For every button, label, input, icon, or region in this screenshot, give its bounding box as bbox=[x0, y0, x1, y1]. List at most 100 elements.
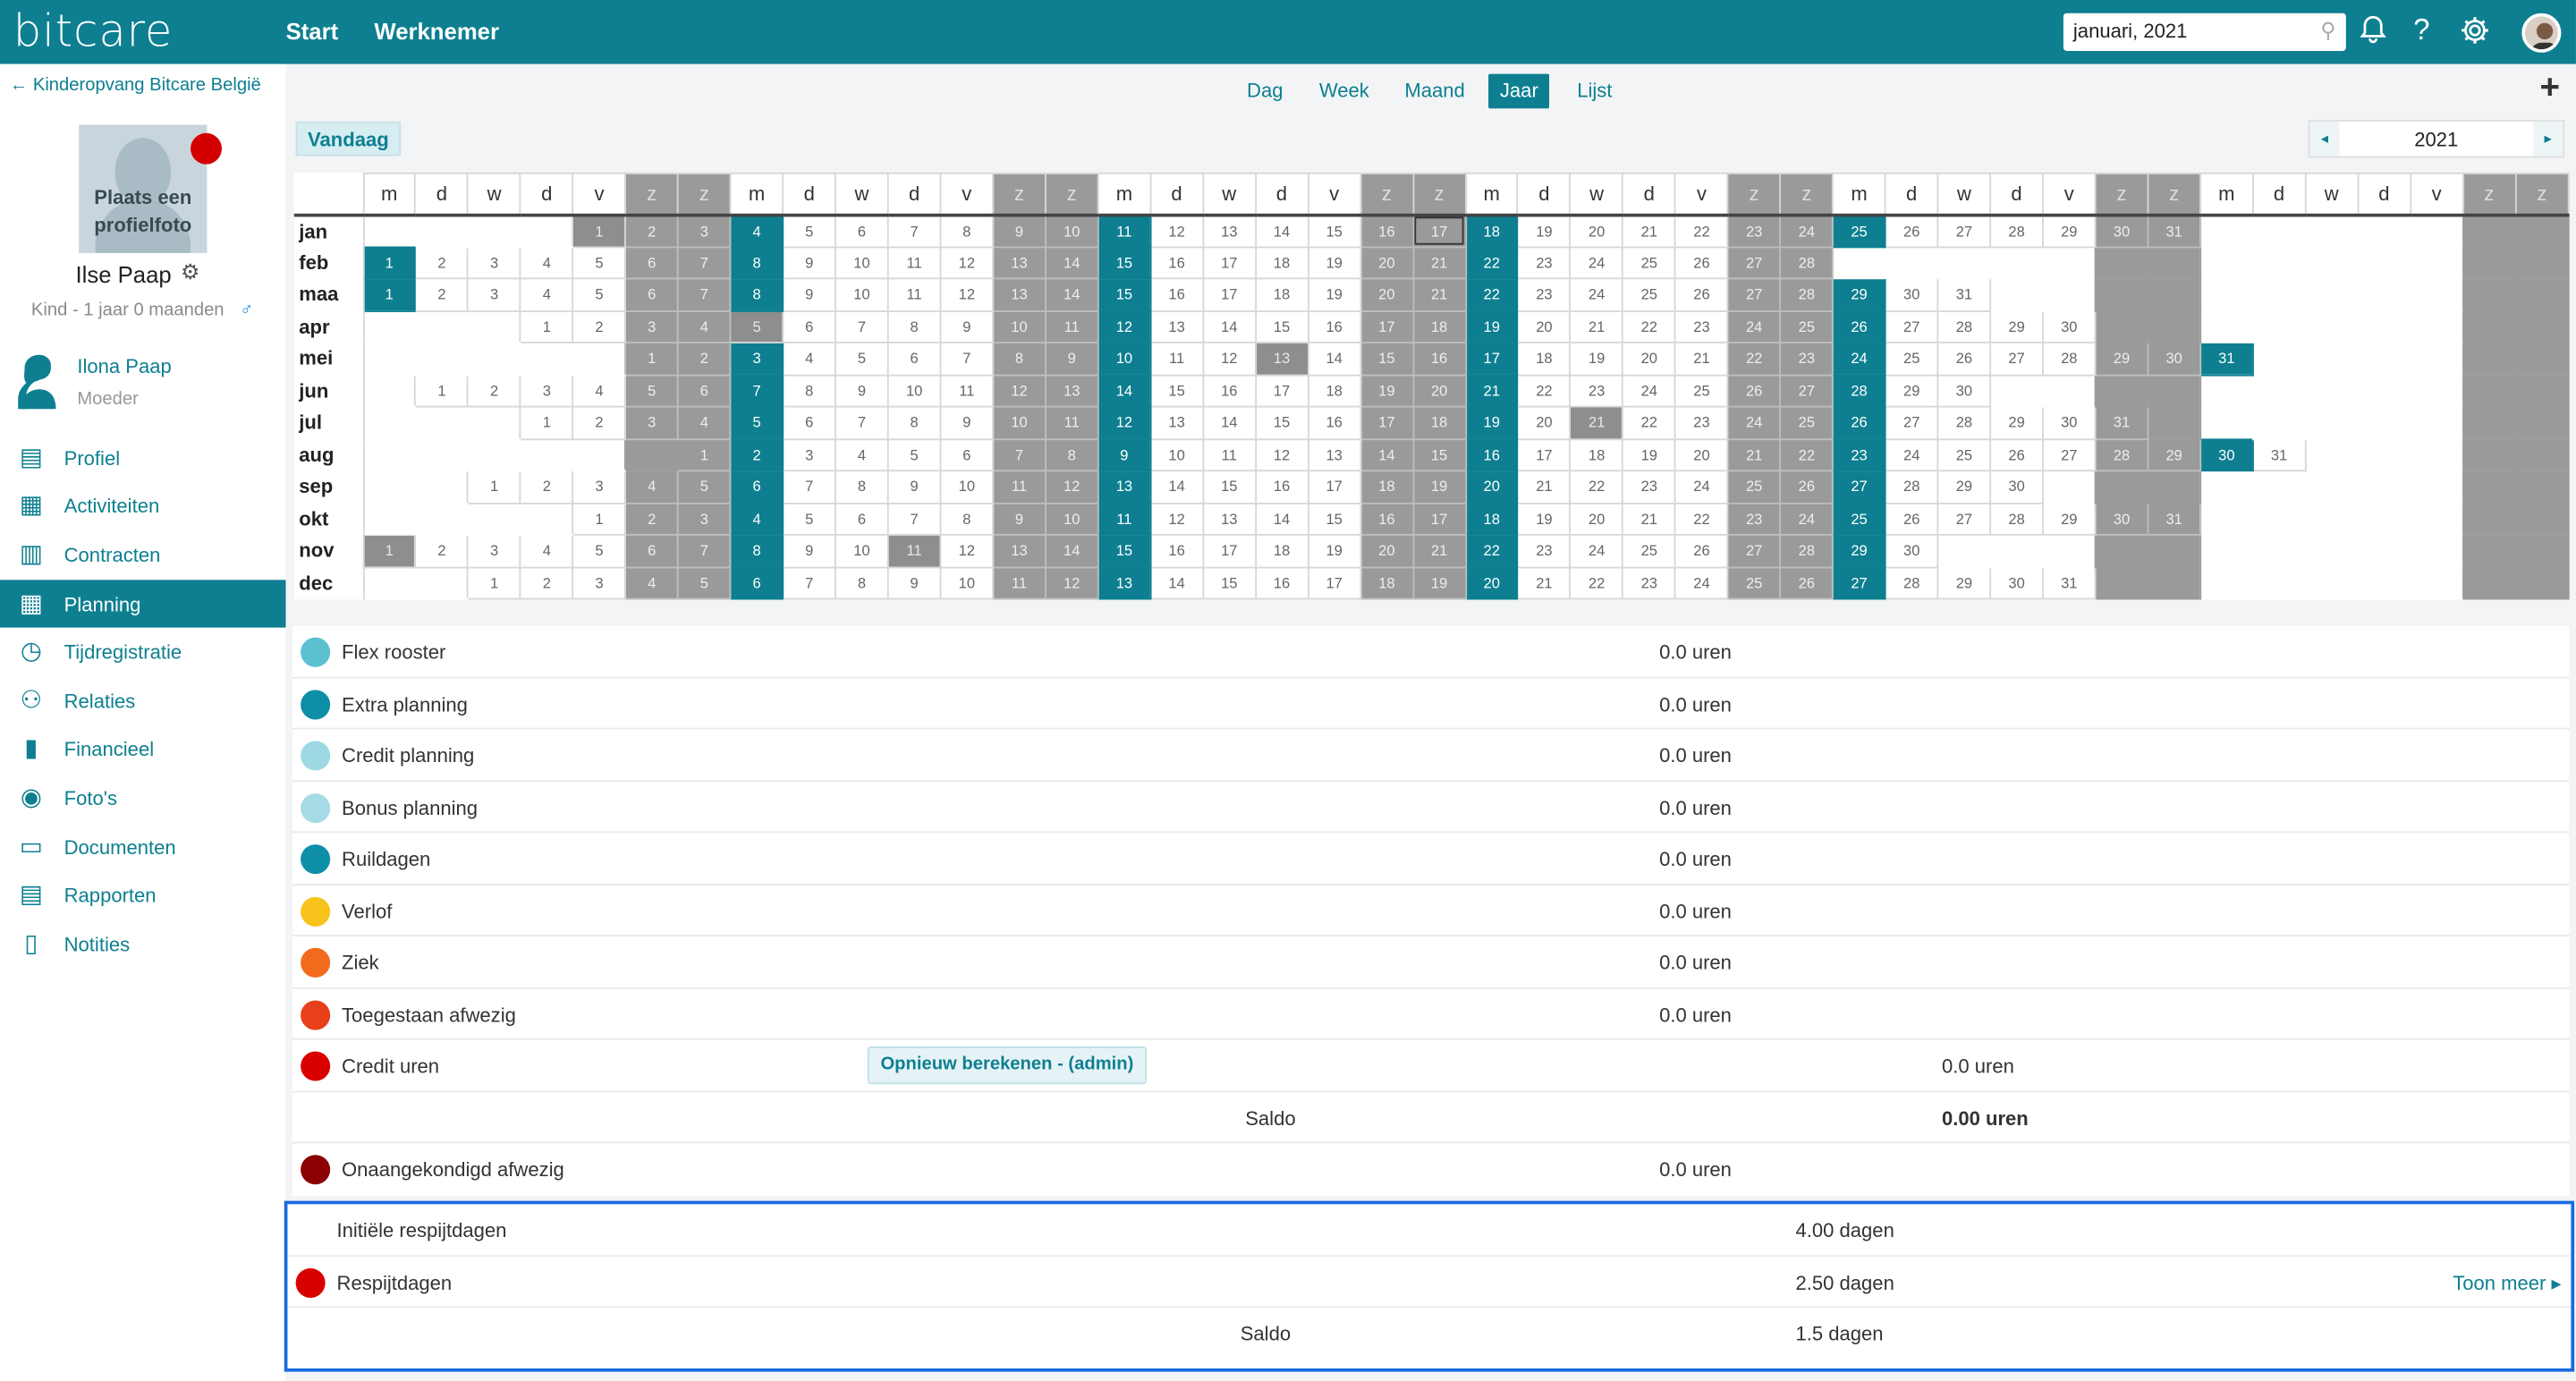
calendar-day[interactable]: 3 bbox=[729, 342, 784, 376]
calendar-day[interactable]: 8 bbox=[886, 309, 942, 343]
calendar-day[interactable]: 20 bbox=[1360, 245, 1414, 280]
calendar-day[interactable]: 31 bbox=[2199, 342, 2254, 376]
calendar-day[interactable]: 28 bbox=[1779, 533, 1835, 568]
calendar-day[interactable]: 11 bbox=[1149, 342, 1204, 376]
calendar-day[interactable]: 4 bbox=[677, 309, 732, 343]
calendar-day[interactable]: 13 bbox=[1097, 470, 1152, 504]
calendar-day[interactable]: 13 bbox=[1149, 405, 1204, 440]
calendar-day[interactable]: 8 bbox=[886, 405, 942, 440]
calendar-day[interactable]: 12 bbox=[1044, 470, 1099, 504]
calendar-day[interactable]: 7 bbox=[835, 405, 889, 440]
calendar-day[interactable]: 9 bbox=[992, 502, 1046, 536]
calendar-day[interactable]: 19 bbox=[1464, 405, 1519, 440]
calendar-day[interactable]: 9 bbox=[835, 373, 889, 408]
calendar-day[interactable]: 31 bbox=[1936, 277, 1992, 312]
calendar-day[interactable]: 26 bbox=[1726, 373, 1782, 408]
calendar-day[interactable]: 28 bbox=[2042, 342, 2097, 376]
calendar-day[interactable]: 15 bbox=[1202, 470, 1257, 504]
calendar-day[interactable]: 12 bbox=[1097, 309, 1152, 343]
sidebar-item-contracten[interactable]: ▥ Contracten bbox=[0, 531, 286, 580]
calendar-day[interactable]: 7 bbox=[729, 373, 784, 408]
calendar-day[interactable]: 3 bbox=[572, 565, 627, 600]
calendar-day[interactable]: 20 bbox=[1517, 309, 1572, 343]
add-icon[interactable]: + bbox=[2540, 69, 2561, 108]
calendar-day[interactable]: 23 bbox=[1622, 470, 1677, 504]
calendar-day[interactable]: 8 bbox=[939, 213, 995, 248]
calendar-day[interactable]: 20 bbox=[1674, 437, 1729, 472]
calendar-day[interactable]: 4 bbox=[624, 470, 679, 504]
calendar-day[interactable]: 2 bbox=[624, 502, 679, 536]
calendar-day[interactable]: 22 bbox=[1622, 405, 1677, 440]
calendar-day[interactable]: 19 bbox=[1307, 245, 1361, 280]
calendar-day[interactable]: 14 bbox=[1149, 565, 1204, 600]
calendar-day[interactable]: 24 bbox=[1726, 309, 1782, 343]
calendar-day[interactable]: 17 bbox=[1464, 342, 1519, 376]
calendar-day[interactable]: 4 bbox=[729, 502, 784, 536]
calendar-day[interactable]: 9 bbox=[939, 405, 995, 440]
calendar-day[interactable]: 15 bbox=[1360, 342, 1414, 376]
calendar-day[interactable]: 20 bbox=[1360, 277, 1414, 312]
calendar-day[interactable]: 30 bbox=[2094, 502, 2149, 536]
calendar-day[interactable]: 8 bbox=[835, 470, 889, 504]
calendar-day[interactable]: 3 bbox=[467, 245, 521, 280]
calendar-day[interactable]: 27 bbox=[1726, 533, 1782, 568]
calendar-day[interactable]: 2 bbox=[467, 373, 521, 408]
toon-meer-link[interactable]: Toon meer ▸ bbox=[2453, 1271, 2561, 1294]
calendar-day[interactable]: 24 bbox=[1726, 405, 1782, 440]
calendar-day[interactable]: 3 bbox=[572, 470, 627, 504]
calendar-day[interactable]: 19 bbox=[1464, 309, 1519, 343]
calendar-day[interactable]: 22 bbox=[1726, 342, 1782, 376]
calendar-day[interactable]: 13 bbox=[992, 533, 1046, 568]
calendar-day[interactable]: 21 bbox=[1411, 277, 1467, 312]
calendar-day[interactable]: 6 bbox=[835, 502, 889, 536]
calendar-day[interactable]: 5 bbox=[835, 342, 889, 376]
calendar-day[interactable]: 4 bbox=[782, 342, 837, 376]
calendar-day[interactable]: 4 bbox=[835, 437, 889, 472]
calendar-day[interactable]: 29 bbox=[1832, 533, 1886, 568]
calendar-day[interactable]: 14 bbox=[1202, 309, 1257, 343]
calendar-day[interactable]: 21 bbox=[1726, 437, 1782, 472]
calendar-day[interactable]: 6 bbox=[939, 437, 995, 472]
calendar-day[interactable]: 17 bbox=[1307, 565, 1361, 600]
calendar-day[interactable]: 1 bbox=[361, 533, 417, 568]
calendar-day[interactable]: 7 bbox=[835, 309, 889, 343]
calendar-day[interactable]: 3 bbox=[520, 373, 574, 408]
calendar-day[interactable]: 27 bbox=[1726, 277, 1782, 312]
calendar-day[interactable]: 28 bbox=[1779, 245, 1835, 280]
profile-settings-icon[interactable]: ⚙ bbox=[181, 259, 199, 285]
calendar-day[interactable]: 14 bbox=[1254, 502, 1309, 536]
calendar-day[interactable]: 2 bbox=[520, 565, 574, 600]
calendar-day[interactable]: 1 bbox=[572, 213, 627, 248]
calendar-day[interactable]: 27 bbox=[1936, 213, 1992, 248]
calendar-day[interactable]: 20 bbox=[1622, 342, 1677, 376]
calendar-day[interactable]: 17 bbox=[1360, 405, 1414, 440]
calendar-day[interactable]: 14 bbox=[1097, 373, 1152, 408]
calendar-day[interactable]: 31 bbox=[2147, 213, 2201, 248]
today-button[interactable]: Vandaag bbox=[295, 121, 402, 157]
calendar-day[interactable]: 1 bbox=[677, 437, 732, 472]
calendar-day[interactable]: 5 bbox=[886, 437, 942, 472]
calendar-day[interactable]: 15 bbox=[1411, 437, 1467, 472]
calendar-day[interactable]: 24 bbox=[1779, 213, 1835, 248]
calendar-day[interactable]: 28 bbox=[1832, 373, 1886, 408]
calendar-day[interactable]: 12 bbox=[1254, 437, 1309, 472]
calendar-day[interactable]: 30 bbox=[2199, 437, 2254, 472]
calendar-day[interactable]: 12 bbox=[1149, 502, 1204, 536]
calendar-day[interactable]: 10 bbox=[1097, 342, 1152, 376]
calendar-day[interactable]: 15 bbox=[1254, 405, 1309, 440]
calendar-day[interactable]: 20 bbox=[1569, 213, 1624, 248]
sidebar-item-tijdregistratie[interactable]: ◷ Tijdregistratie bbox=[0, 628, 286, 676]
calendar-day[interactable]: 24 bbox=[1674, 565, 1729, 600]
calendar-day[interactable]: 16 bbox=[1149, 245, 1204, 280]
calendar-day[interactable]: 13 bbox=[992, 277, 1046, 312]
calendar-day[interactable]: 7 bbox=[782, 565, 837, 600]
calendar-day[interactable]: 21 bbox=[1569, 405, 1624, 440]
calendar-day[interactable]: 10 bbox=[939, 565, 995, 600]
calendar-day[interactable]: 1 bbox=[414, 373, 470, 408]
calendar-day[interactable]: 12 bbox=[1149, 213, 1204, 248]
calendar-day[interactable]: 24 bbox=[1569, 277, 1624, 312]
calendar-day[interactable]: 25 bbox=[1726, 470, 1782, 504]
calendar-day[interactable]: 14 bbox=[1254, 213, 1309, 248]
calendar-day[interactable]: 29 bbox=[1936, 565, 1992, 600]
calendar-day[interactable]: 24 bbox=[1569, 245, 1624, 280]
